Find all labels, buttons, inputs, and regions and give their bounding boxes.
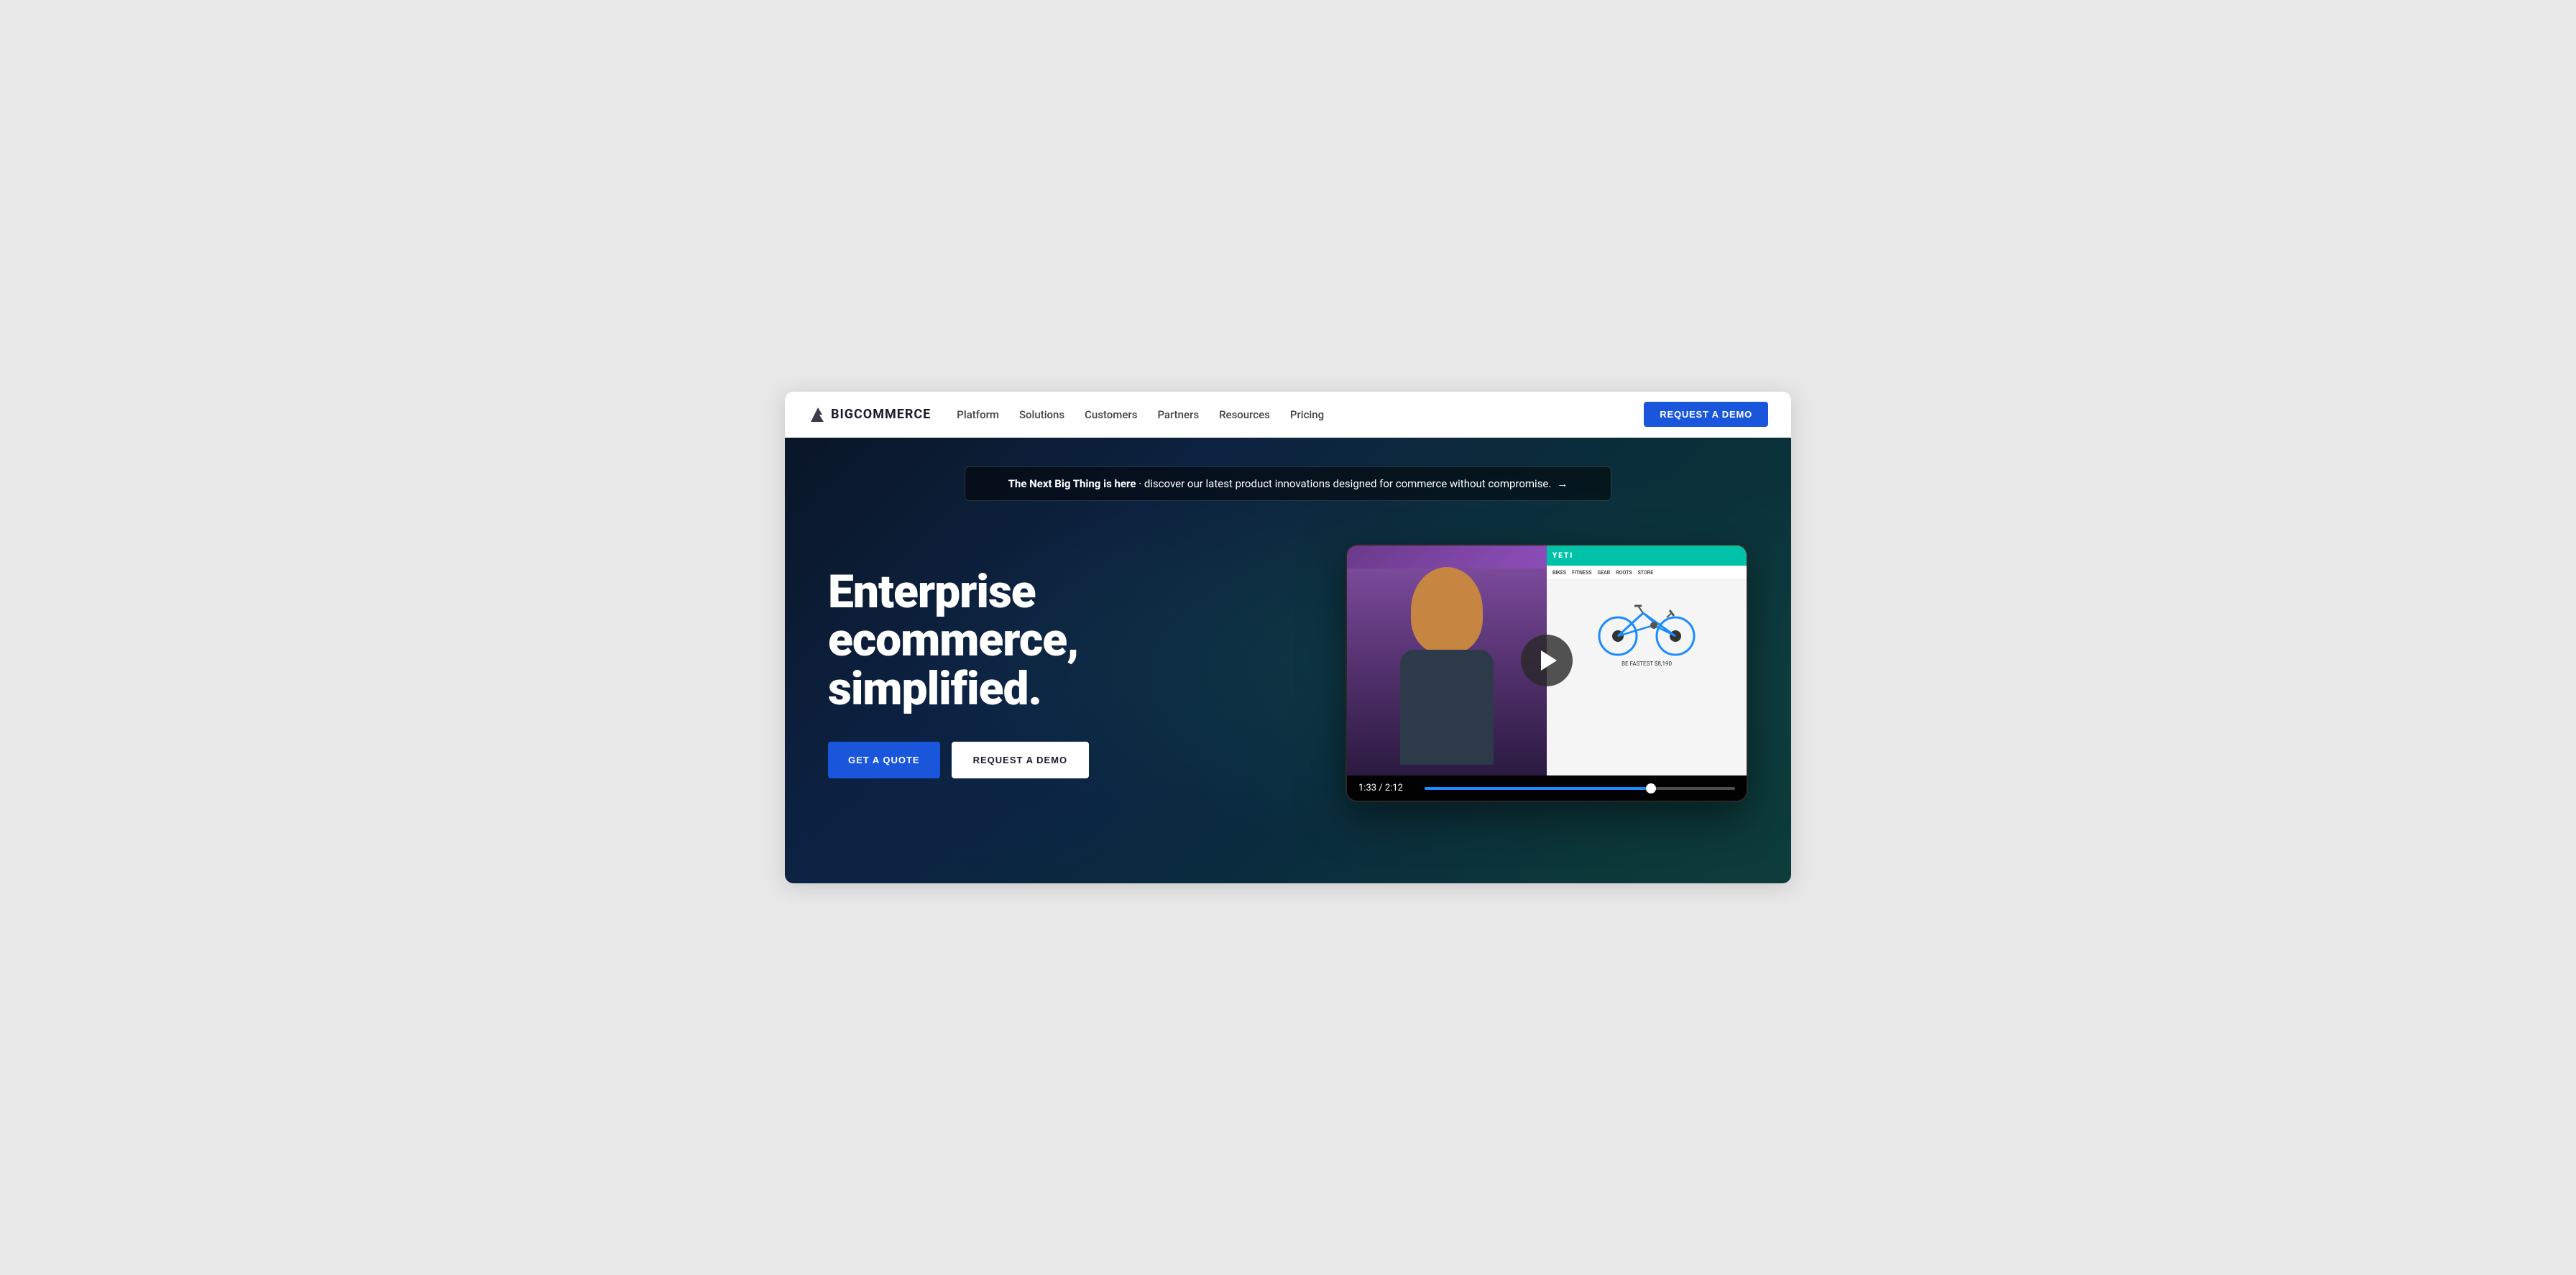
yeti-nav-roots: ROOTS [1616, 570, 1632, 576]
play-icon [1541, 650, 1557, 671]
hero-title: Enterprise ecommerce, simplified. [828, 568, 1202, 713]
yeti-logo: YETI [1552, 552, 1573, 560]
logo[interactable]: BIGCOMMERCE [808, 405, 931, 425]
hero-text: Enterprise ecommerce, simplified. GET A … [828, 568, 1202, 778]
hero-content: Enterprise ecommerce, simplified. GET A … [828, 544, 1748, 802]
bike-price: BE FASTEST $8,190 [1622, 660, 1672, 667]
person-face [1411, 567, 1483, 653]
request-demo-hero-button[interactable]: REQUEST A DEMO [952, 742, 1090, 778]
nav-link-solutions[interactable]: Solutions [1019, 408, 1064, 421]
video-content: YETI BIKES FITNESS GEAR ROOTS STORE [1347, 546, 1747, 775]
bike-image [1589, 586, 1704, 658]
video-time: 1:33 / 2:12 [1358, 783, 1416, 793]
browser-window: BIGCOMMERCE Platform Solutions Customers… [785, 392, 1791, 883]
nav-links: Platform Solutions Customers Partners Re… [957, 408, 1324, 421]
get-quote-button[interactable]: GET A QUOTE [828, 742, 940, 778]
announcement-text: · discover our latest product innovation… [1136, 477, 1551, 490]
video-left-panel [1347, 546, 1547, 775]
video-right-panel: YETI BIKES FITNESS GEAR ROOTS STORE [1547, 546, 1747, 775]
yeti-nav-bar: BIKES FITNESS GEAR ROOTS STORE [1547, 566, 1747, 580]
yeti-nav-gear: GEAR [1597, 570, 1610, 576]
request-demo-nav-button[interactable]: REQUEST A DEMO [1644, 402, 1768, 427]
announcement-bold: The Next Big Thing is here [1008, 477, 1136, 490]
nav-item-platform[interactable]: Platform [957, 408, 999, 421]
nav-link-customers[interactable]: Customers [1085, 408, 1137, 421]
navbar: BIGCOMMERCE Platform Solutions Customers… [785, 392, 1791, 438]
announcement-arrow: → [1557, 477, 1568, 490]
bigcommerce-logo-icon [808, 405, 828, 425]
yeti-nav-fitness: FITNESS [1572, 570, 1591, 576]
nav-link-partners[interactable]: Partners [1157, 408, 1199, 421]
bike-display: BE FASTEST $8,190 [1547, 580, 1747, 673]
yeti-header: YETI [1547, 546, 1747, 566]
yeti-nav-bikes: BIKES [1552, 570, 1566, 576]
nav-item-pricing[interactable]: Pricing [1290, 408, 1324, 421]
video-player[interactable]: YETI BIKES FITNESS GEAR ROOTS STORE [1346, 544, 1748, 802]
nav-item-resources[interactable]: Resources [1219, 408, 1270, 421]
hero-section: The Next Big Thing is here · discover ou… [785, 438, 1791, 883]
logo-text: BIGCOMMERCE [831, 407, 931, 422]
nav-link-platform[interactable]: Platform [957, 408, 999, 421]
announcement-bar[interactable]: The Next Big Thing is here · discover ou… [965, 466, 1611, 501]
nav-item-customers[interactable]: Customers [1085, 408, 1137, 421]
video-progress-fill [1425, 787, 1651, 790]
video-progress-thumb[interactable] [1646, 783, 1656, 793]
video-controls: 1:33 / 2:12 [1347, 775, 1747, 801]
nav-link-pricing[interactable]: Pricing [1290, 408, 1324, 421]
video-progress-bar[interactable] [1425, 787, 1735, 790]
play-button[interactable] [1521, 635, 1573, 686]
nav-item-solutions[interactable]: Solutions [1019, 408, 1064, 421]
nav-link-resources[interactable]: Resources [1219, 408, 1270, 421]
nav-item-partners[interactable]: Partners [1157, 408, 1199, 421]
nav-left: BIGCOMMERCE Platform Solutions Customers… [808, 405, 1324, 425]
yeti-nav-store: STORE [1638, 570, 1654, 576]
hero-buttons: GET A QUOTE REQUEST A DEMO [828, 742, 1202, 778]
person-body [1400, 650, 1494, 765]
